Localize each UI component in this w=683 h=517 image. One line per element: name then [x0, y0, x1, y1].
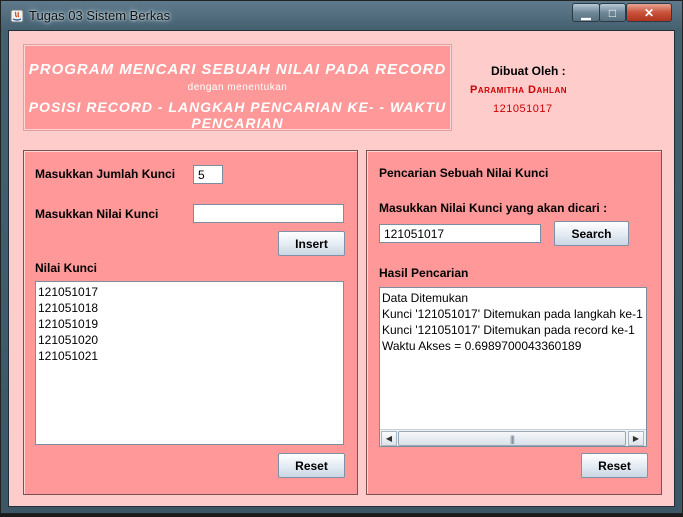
- nilai-kunci-textarea[interactable]: 121051017 121051018 121051019 121051020 …: [35, 281, 344, 445]
- java-app-icon: [10, 9, 24, 23]
- nilai-kunci-label: Masukkan Nilai Kunci: [35, 207, 159, 221]
- close-button[interactable]: ✕: [626, 3, 672, 22]
- nilai-kunci-input[interactable]: [193, 204, 344, 223]
- author-label: Dibuat Oleh :: [491, 64, 566, 78]
- search-panel-title: Pencarian Sebuah Nilai Kunci: [379, 166, 549, 180]
- insert-button[interactable]: Insert: [278, 231, 345, 256]
- result-line: Kunci '121051017' Ditemukan pada langkah…: [382, 307, 643, 321]
- result-line: Data Ditemukan: [382, 291, 469, 305]
- window-title: Tugas 03 Sistem Berkas: [29, 8, 171, 23]
- scroll-right-arrow-icon[interactable]: ▶: [628, 431, 644, 446]
- result-textarea[interactable]: Data Ditemukan Kunci '121051017' Ditemuk…: [379, 287, 647, 447]
- list-item: 121051020: [38, 333, 99, 347]
- author-name: Paramitha Dahlan: [470, 84, 567, 96]
- result-line: Kunci '121051017' Ditemukan pada record …: [382, 323, 635, 337]
- list-item: 121051019: [38, 317, 99, 331]
- scroll-left-arrow-icon[interactable]: ◀: [381, 431, 397, 446]
- maximize-button[interactable]: □: [599, 3, 626, 22]
- author-nim: 121051017: [493, 103, 553, 115]
- search-value-label: Masukkan Nilai Kunci yang akan dicari :: [379, 201, 608, 215]
- right-reset-button[interactable]: Reset: [581, 453, 648, 478]
- search-button[interactable]: Search: [554, 221, 629, 246]
- left-reset-button[interactable]: Reset: [278, 453, 345, 478]
- banner-info: POSISI RECORD - LANGKAH PENCARIAN KE- - …: [28, 99, 447, 131]
- list-item: 121051017: [38, 285, 99, 299]
- jumlah-kunci-input[interactable]: 5: [193, 165, 223, 184]
- result-line: Waktu Akses = 0.6989700043360189: [382, 339, 582, 353]
- list-item: 121051018: [38, 301, 99, 315]
- minimize-button[interactable]: ▁: [572, 3, 600, 22]
- jumlah-kunci-label: Masukkan Jumlah Kunci: [35, 167, 176, 181]
- banner-title: PROGRAM MENCARI SEBUAH NILAI PADA RECORD: [28, 61, 447, 78]
- banner-subtitle: dengan menentukan: [187, 82, 288, 93]
- search-value-input[interactable]: 121051017: [379, 224, 541, 243]
- result-label: Hasil Pencarian: [379, 266, 469, 280]
- header-banner: PROGRAM MENCARI SEBUAH NILAI PADA RECORD…: [23, 44, 452, 131]
- list-item: 121051021: [38, 349, 99, 363]
- result-horizontal-scrollbar[interactable]: ◀ ||| ▶: [380, 429, 646, 446]
- scroll-thumb[interactable]: |||: [398, 431, 626, 446]
- nilai-kunci-list-label: Nilai Kunci: [35, 261, 98, 275]
